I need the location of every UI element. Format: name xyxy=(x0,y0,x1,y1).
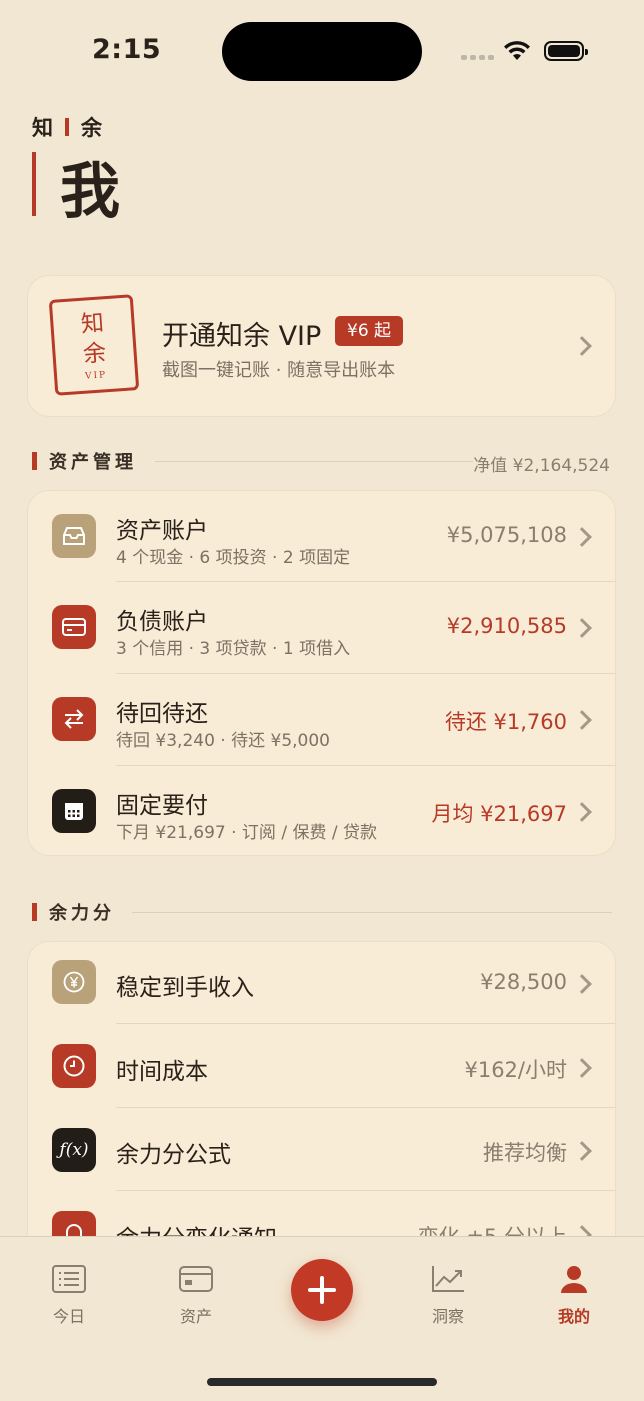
swap-arrows-icon xyxy=(52,697,96,741)
function-icon: ƒ(x) xyxy=(52,1128,96,1172)
tab-insights[interactable]: 洞察 xyxy=(403,1261,493,1327)
stamp-line-1: 知 xyxy=(80,310,105,338)
row-stable-income[interactable]: 稳定到手收入 ¥28,500 xyxy=(28,942,615,1024)
yen-coin-icon xyxy=(52,960,96,1004)
row-title: 固定要付 xyxy=(116,793,208,819)
vip-stamp-logo: 知 余 VIP xyxy=(48,294,140,396)
status-time: 2:15 xyxy=(92,34,162,65)
net-worth: 净值 ¥2,164,524 xyxy=(473,456,610,476)
chart-icon xyxy=(403,1261,493,1297)
person-icon xyxy=(529,1261,619,1297)
vip-price-badge: ¥6 起 xyxy=(335,316,404,346)
vip-upgrade-card[interactable]: 知 余 VIP 开通知余 VIP ¥6 起 截图一键记账 · 随意导出账本 xyxy=(27,275,616,417)
brand-logo: 知 余 xyxy=(32,112,102,142)
row-time-cost[interactable]: 时间成本 ¥162/小时 xyxy=(28,1024,615,1108)
row-title: 负债账户 xyxy=(116,609,208,635)
row-score-formula[interactable]: ƒ(x) 余力分公式 推荐均衡 xyxy=(28,1108,615,1191)
brand-right: 余 xyxy=(81,116,102,140)
list-icon xyxy=(24,1261,114,1297)
row-subtitle: 4 个现金 · 6 项投资 · 2 项固定 xyxy=(116,548,351,568)
home-indicator xyxy=(207,1378,437,1386)
plus-icon xyxy=(308,1276,336,1304)
row-subtitle: 待回 ¥3,240 · 待还 ¥5,000 xyxy=(116,731,330,751)
row-liability-accounts[interactable]: 负债账户 3 个信用 · 3 项贷款 · 1 项借入 ¥2,910,585 xyxy=(28,582,615,674)
stamp-line-3: VIP xyxy=(84,370,108,382)
section-title: 余力分 xyxy=(49,903,115,924)
chevron-right-icon xyxy=(572,802,592,822)
row-receivables-payables[interactable]: 待回待还 待回 ¥3,240 · 待还 ¥5,000 待还 ¥1,760 xyxy=(28,674,615,766)
calendar-icon xyxy=(52,789,96,833)
row-value: ¥5,075,108 xyxy=(446,523,567,547)
row-value: ¥2,910,585 xyxy=(446,614,567,638)
chevron-right-icon xyxy=(572,710,592,730)
assets-card: 资产账户 4 个现金 · 6 项投资 · 2 项固定 ¥5,075,108 负债… xyxy=(27,490,616,856)
chevron-right-icon xyxy=(572,618,592,638)
wifi-icon xyxy=(504,41,530,60)
section-title: 资产管理 xyxy=(49,452,137,473)
chevron-right-icon xyxy=(572,1058,592,1078)
tab-label: 资产 xyxy=(179,1307,212,1326)
inbox-icon xyxy=(52,514,96,558)
row-fixed-payments[interactable]: 固定要付 下月 ¥21,697 · 订阅 / 保费 / 贷款 月均 ¥21,69… xyxy=(28,766,615,855)
row-value: ¥162/小时 xyxy=(464,1058,567,1082)
add-record-button[interactable] xyxy=(291,1259,353,1321)
row-title: 时间成本 xyxy=(116,1059,208,1085)
row-value: ¥28,500 xyxy=(480,970,567,994)
battery-icon xyxy=(544,41,588,61)
section-accent-bar xyxy=(32,452,37,470)
signal-icon xyxy=(461,55,494,60)
tab-bar: 今日 资产 洞察 我的 xyxy=(0,1236,644,1401)
title-accent-bar xyxy=(32,152,36,216)
row-value: 待还 ¥1,760 xyxy=(444,710,567,734)
row-subtitle: 3 个信用 · 3 项贷款 · 1 项借入 xyxy=(116,639,351,659)
tab-me[interactable]: 我的 xyxy=(529,1261,619,1327)
brand-left: 知 xyxy=(32,116,53,140)
row-title: 余力分公式 xyxy=(116,1142,231,1168)
page-title: 我 xyxy=(60,157,120,227)
clock-icon xyxy=(52,1044,96,1088)
row-subtitle: 下月 ¥21,697 · 订阅 / 保费 / 贷款 xyxy=(116,823,377,843)
section-divider xyxy=(132,912,612,913)
chevron-right-icon xyxy=(572,1141,592,1161)
row-value: 推荐均衡 xyxy=(483,1141,567,1165)
row-value: 月均 ¥21,697 xyxy=(431,802,567,826)
row-title: 资产账户 xyxy=(116,518,208,544)
credit-card-icon xyxy=(52,605,96,649)
chevron-right-icon xyxy=(572,974,592,994)
chevron-right-icon xyxy=(572,336,592,356)
section-accent-bar xyxy=(32,903,37,921)
row-title: 稳定到手收入 xyxy=(116,975,254,1001)
section-divider xyxy=(155,461,473,462)
assets-section-header: 资产管理 xyxy=(32,451,137,473)
tab-label: 今日 xyxy=(52,1307,85,1326)
score-section-header: 余力分 xyxy=(32,902,115,924)
row-asset-accounts[interactable]: 资产账户 4 个现金 · 6 项投资 · 2 项固定 ¥5,075,108 xyxy=(28,491,615,582)
score-card: 稳定到手收入 ¥28,500 时间成本 ¥162/小时 ƒ(x) 余力分公式 推… xyxy=(27,941,616,1281)
stamp-line-2: 余 xyxy=(82,340,108,368)
chevron-right-icon xyxy=(572,527,592,547)
dynamic-island xyxy=(222,22,422,81)
tab-label: 我的 xyxy=(557,1307,590,1326)
tab-assets[interactable]: 资产 xyxy=(151,1261,241,1327)
tab-today[interactable]: 今日 xyxy=(24,1261,114,1327)
vip-title: 开通知余 VIP xyxy=(162,321,322,352)
wallet-icon xyxy=(151,1261,241,1297)
row-title: 待回待还 xyxy=(116,701,208,727)
vip-subtitle: 截图一键记账 · 随意导出账本 xyxy=(162,360,396,381)
brand-divider xyxy=(65,118,69,136)
tab-label: 洞察 xyxy=(431,1307,464,1326)
